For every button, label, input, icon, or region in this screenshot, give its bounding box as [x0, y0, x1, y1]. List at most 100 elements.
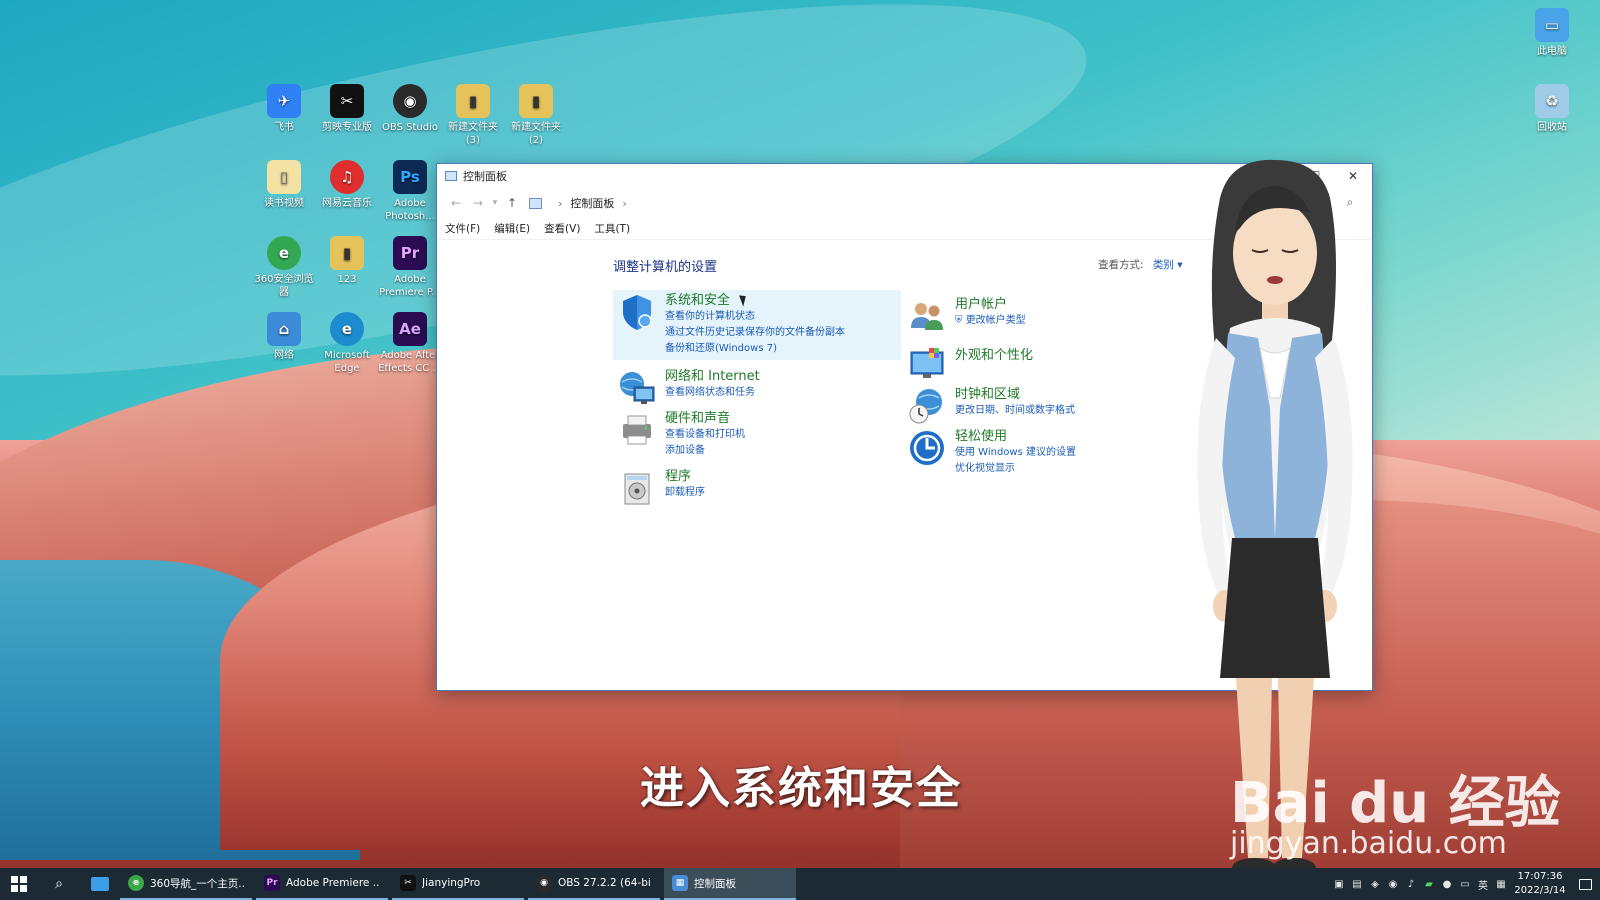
tray-app-icon[interactable]: ▤ — [1348, 868, 1366, 900]
clock-time: 17:07:36 — [1517, 871, 1563, 882]
view-by-dropdown[interactable]: 类别 ▾ — [1153, 259, 1183, 271]
desktop-icon-jianying[interactable]: ✂ 剪映专业版 — [315, 84, 379, 134]
system-tray: ▣ ▤ ◈ ◉ ♪ ▰ ● ▭ 英 ▦ 17:07:36 2022/3/14 — [1330, 868, 1600, 900]
category-title[interactable]: 用户帐户 — [955, 296, 1026, 313]
ime-mode-icon[interactable]: ▦ — [1492, 868, 1510, 900]
network-globe-icon — [617, 368, 657, 408]
category-title[interactable]: 轻松使用 — [955, 428, 1076, 445]
tray-app-icon[interactable]: ▣ — [1330, 868, 1348, 900]
desktop-icon-label: 回收站 — [1537, 122, 1567, 133]
category-title[interactable]: 时钟和区域 — [955, 386, 1075, 403]
edge-icon: e — [330, 312, 364, 346]
desktop-icon-after-effects[interactable]: Ae Adobe After Effects CC ... — [378, 312, 442, 375]
desktop-icon-label: 网易云音乐 — [322, 198, 372, 209]
breadcrumb-chevron-icon[interactable]: › — [622, 197, 626, 210]
desktop-icon-label: Adobe Photosh... — [385, 198, 435, 222]
notification-center-icon[interactable] — [1570, 878, 1600, 890]
task-view-icon[interactable] — [80, 868, 120, 900]
taskbar-app-premiere[interactable]: Pr Adobe Premiere ... — [256, 868, 388, 900]
category-clock-region[interactable]: 时钟和区域 更改日期、时间或数字格式 — [907, 386, 1075, 426]
address-bar[interactable]: › 控制面板 › — [529, 192, 1201, 214]
volume-icon[interactable]: ♪ — [1402, 868, 1420, 900]
view-by-selector: 查看方式: 类别 ▾ — [1098, 257, 1183, 272]
desktop-icon-label: 飞书 — [274, 122, 294, 133]
desktop-icon-obs[interactable]: ◉ OBS Studio — [378, 84, 442, 134]
link-network-status[interactable]: 查看网络状态和任务 — [665, 385, 760, 401]
desktop-icon-this-pc[interactable]: ▭ 此电脑 — [1520, 8, 1584, 58]
back-arrow-icon[interactable]: ← — [445, 196, 467, 210]
link-view-computer-status[interactable]: 查看你的计算机状态 — [665, 309, 845, 325]
recent-dropdown-icon[interactable]: ▾ — [489, 198, 501, 208]
category-title[interactable]: 系统和安全 — [665, 292, 845, 309]
desktop-icon-360-browser[interactable]: e 360安全浏览器 — [252, 236, 316, 299]
category-title[interactable]: 网络和 Internet — [665, 368, 760, 385]
network-icon[interactable]: ▭ — [1456, 868, 1474, 900]
premiere-icon: Pr — [393, 236, 427, 270]
jianying-icon: ✂ — [330, 84, 364, 118]
category-hardware-sound[interactable]: 硬件和声音 查看设备和打印机 添加设备 — [617, 410, 745, 459]
link-change-date-time-format[interactable]: 更改日期、时间或数字格式 — [955, 403, 1075, 419]
folder-icon: ▮ — [519, 84, 553, 118]
menu-file[interactable]: 文件(F) — [445, 221, 480, 236]
category-ease-of-access[interactable]: 轻松使用 使用 Windows 建议的设置 优化视觉显示 — [907, 428, 1076, 477]
taskbar-search-icon[interactable]: ⌕ — [38, 868, 80, 900]
desktop-icon-label: 读书视频 — [264, 198, 304, 209]
microphone-icon[interactable]: ● — [1438, 868, 1456, 900]
desktop-icon-recycle-bin[interactable]: ♻ 回收站 — [1520, 84, 1584, 134]
taskbar-clock[interactable]: 17:07:36 2022/3/14 — [1510, 870, 1570, 898]
file-icon: ▯ — [267, 160, 301, 194]
menu-edit[interactable]: 编辑(E) — [494, 221, 530, 236]
link-file-history-backup[interactable]: 通过文件历史记录保存你的文件备份副本 — [665, 325, 845, 341]
breadcrumb-chevron-icon: › — [558, 196, 563, 210]
printer-icon — [617, 410, 657, 450]
tray-app-icon[interactable]: ▰ — [1420, 868, 1438, 900]
desktop-icon-folder-123[interactable]: ▮ 123 — [315, 236, 379, 286]
category-title[interactable]: 程序 — [665, 468, 705, 485]
link-backup-restore-win7[interactable]: 备份和还原(Windows 7) — [665, 341, 845, 357]
taskbar-app-control-panel[interactable]: ▦ 控制面板 — [664, 868, 796, 900]
category-system-security[interactable]: 系统和安全 查看你的计算机状态 通过文件历史记录保存你的文件备份副本 备份和还原… — [613, 290, 901, 360]
menu-tools[interactable]: 工具(T) — [594, 221, 630, 236]
forward-arrow-icon[interactable]: → — [467, 196, 489, 210]
desktop-icon-netease-music[interactable]: ♫ 网易云音乐 — [315, 160, 379, 210]
desktop-icon-photoshop[interactable]: Ps Adobe Photosh... — [378, 160, 442, 223]
category-title[interactable]: 外观和个性化 — [955, 344, 1033, 368]
link-uninstall-program[interactable]: 卸载程序 — [665, 485, 705, 501]
link-add-device[interactable]: 添加设备 — [665, 443, 745, 459]
category-title[interactable]: 硬件和声音 — [665, 410, 745, 427]
tray-app-icon[interactable]: ◉ — [1384, 868, 1402, 900]
category-network-internet[interactable]: 网络和 Internet 查看网络状态和任务 — [617, 368, 760, 408]
link-change-account-type[interactable]: ⛨ 更改帐户类型 — [955, 313, 1026, 329]
desktop-icon-premiere[interactable]: Pr Adobe Premiere P... — [378, 236, 442, 299]
jianying-icon: ✂ — [400, 875, 416, 891]
desktop-icon-edge[interactable]: e Microsoft Edge — [315, 312, 379, 375]
tray-app-icon[interactable]: ◈ — [1366, 868, 1384, 900]
up-arrow-icon[interactable]: ↑ — [501, 196, 523, 210]
network-icon: ⌂ — [267, 312, 301, 346]
desktop-icon-folder-2[interactable]: ▮ 新建文件夹 (2) — [504, 84, 568, 147]
taskbar-app-360-browser[interactable]: e 360导航_一个主页... — [120, 868, 252, 900]
category-user-accounts[interactable]: 用户帐户 ⛨ 更改帐户类型 — [907, 296, 1026, 336]
folder-icon: ▮ — [456, 84, 490, 118]
start-button[interactable] — [0, 868, 38, 900]
clock-globe-icon — [907, 386, 947, 426]
menu-view[interactable]: 查看(V) — [544, 221, 580, 236]
windows-logo-icon — [11, 876, 27, 892]
link-optimize-visual-display[interactable]: 优化视觉显示 — [955, 461, 1076, 477]
desktop-icon-folder-3[interactable]: ▮ 新建文件夹 (3) — [441, 84, 505, 147]
category-appearance[interactable]: 外观和个性化 — [907, 344, 1033, 384]
link-windows-suggested-settings[interactable]: 使用 Windows 建议的设置 — [955, 445, 1076, 461]
control-panel-icon — [445, 171, 457, 181]
desktop-icon-feishu[interactable]: ✈ 飞书 — [252, 84, 316, 134]
link-devices-printers[interactable]: 查看设备和打印机 — [665, 427, 745, 443]
taskbar-app-obs[interactable]: ◉ OBS 27.2.2 (64-bi... — [528, 868, 660, 900]
category-programs[interactable]: 程序 卸载程序 — [617, 468, 705, 508]
breadcrumb-control-panel[interactable]: 控制面板 — [570, 195, 614, 211]
taskbar-app-jianying[interactable]: ✂ JianyingPro — [392, 868, 524, 900]
desktop-icon-reading-video[interactable]: ▯ 读书视频 — [252, 160, 316, 210]
ime-language-indicator[interactable]: 英 — [1474, 868, 1492, 900]
clock-date: 2022/3/14 — [1514, 885, 1566, 896]
taskbar: ⌕ e 360导航_一个主页... Pr Adobe Premiere ... … — [0, 868, 1600, 900]
desktop-icon-network[interactable]: ⌂ 网络 — [252, 312, 316, 362]
desktop-icon-label: Adobe After Effects CC ... — [378, 350, 442, 374]
